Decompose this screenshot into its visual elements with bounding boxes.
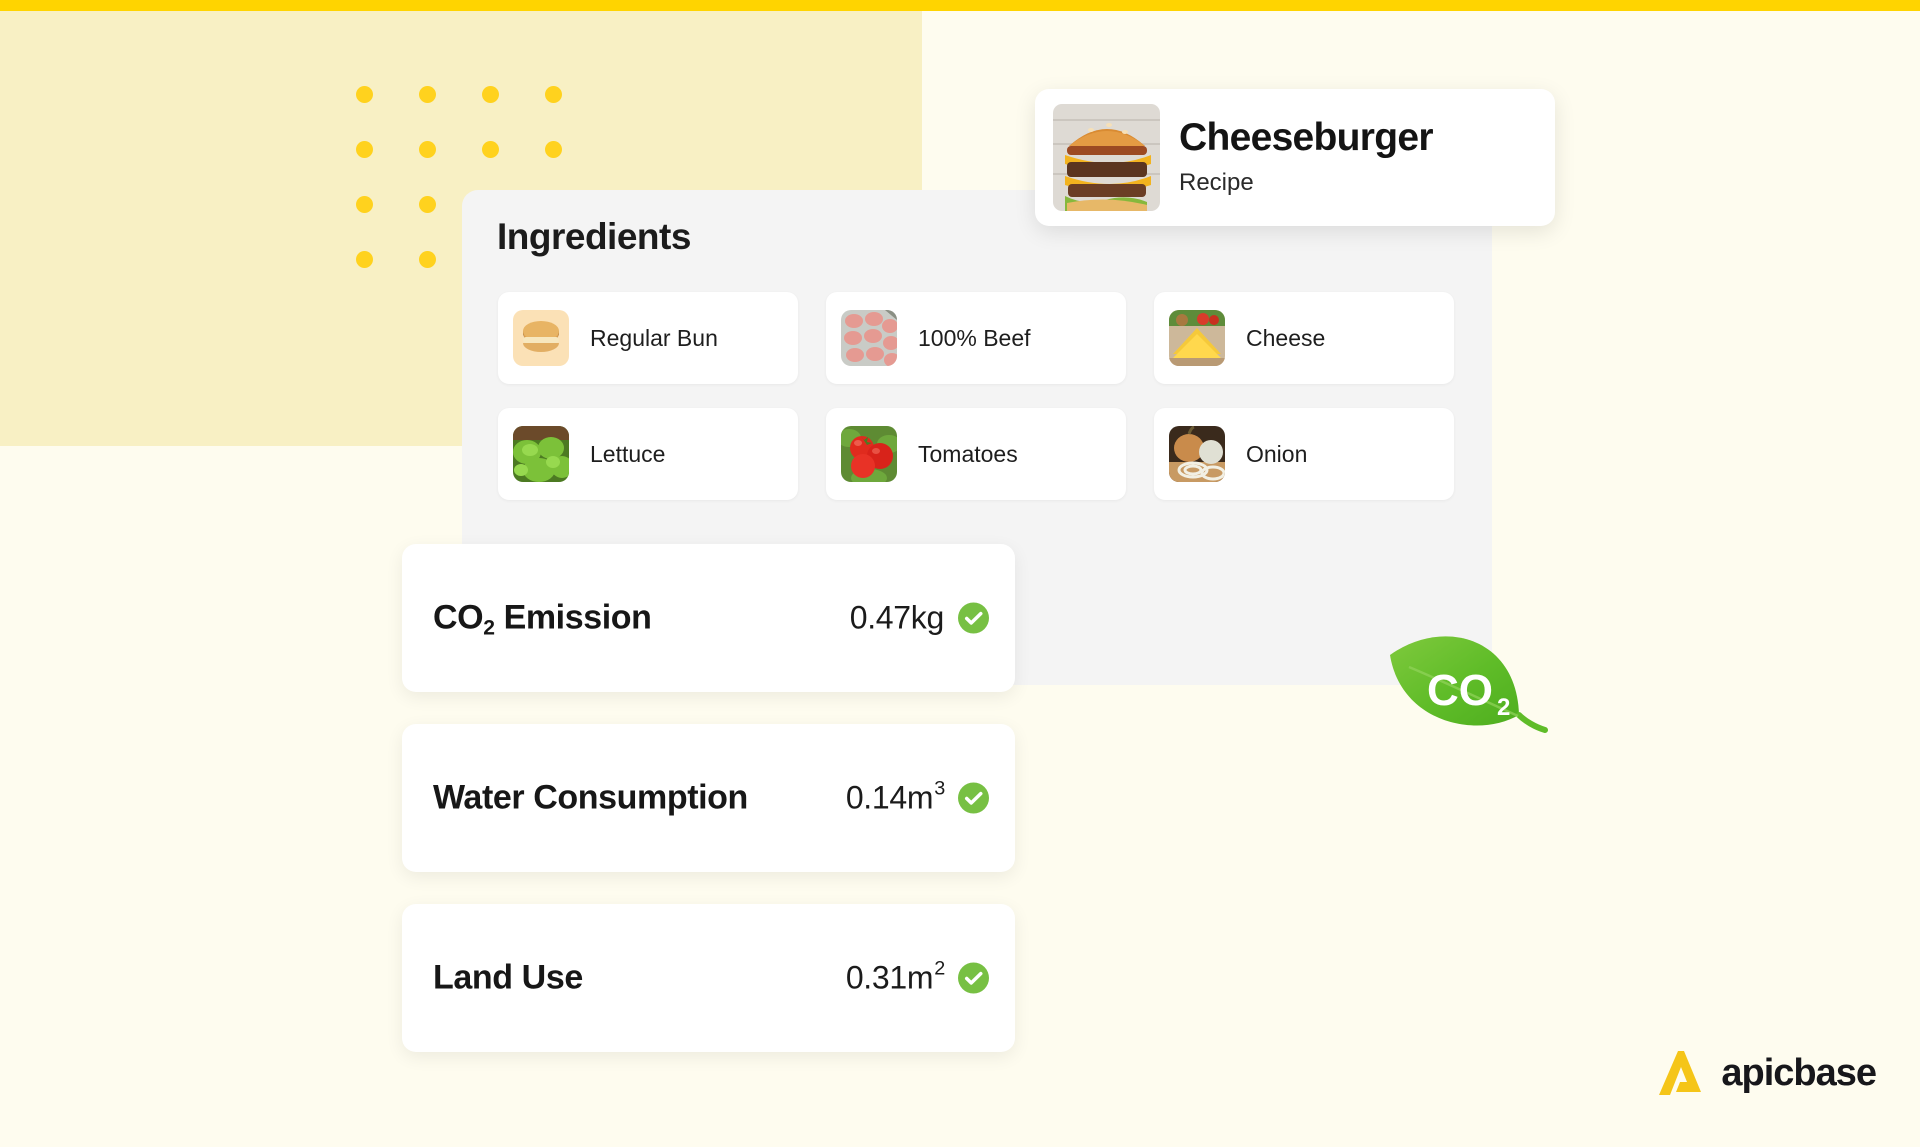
check-circle-icon — [958, 782, 989, 814]
decorative-dot — [419, 141, 436, 158]
ingredient-label: 100% Beef — [918, 324, 1031, 351]
decorative-dot — [482, 141, 499, 158]
metric-label: Land Use — [433, 959, 583, 998]
brand-logo: apicbase — [1654, 1047, 1877, 1099]
metric-label-main: CO — [433, 598, 484, 637]
metric-value-number: 0.14m — [845, 779, 934, 816]
ingredients-title: Ingredients — [497, 216, 691, 257]
metric-value-exponent: 3 — [934, 777, 945, 800]
metric-value: 0.31m2 — [845, 957, 945, 997]
svg-text:2: 2 — [1497, 694, 1510, 721]
metric-value-exponent: 2 — [934, 957, 945, 980]
decorative-dot — [356, 196, 373, 213]
recipe-subtitle: Recipe — [1179, 168, 1254, 196]
check-circle-icon — [958, 602, 989, 634]
decorative-dot — [356, 251, 373, 268]
ingredient-label: Tomatoes — [918, 440, 1018, 467]
metric-label-main: Land Use — [433, 958, 583, 997]
decorative-dot — [545, 86, 562, 103]
ingredient-card[interactable]: 100% Beef — [826, 292, 1126, 384]
cheeseburger-photo-icon — [1053, 104, 1160, 211]
recipe-card[interactable]: Cheeseburger Recipe — [1035, 89, 1555, 226]
co2-leaf-icon: CO 2 — [1385, 631, 1550, 751]
beef-patties-photo-icon — [841, 310, 897, 366]
ingredient-label: Onion — [1246, 440, 1308, 467]
metric-value-block: 0.47kg — [850, 600, 989, 637]
metric-value: 0.14m3 — [845, 777, 945, 817]
metric-value-number: 0.47kg — [849, 599, 945, 636]
recipe-text-block: Cheeseburger Recipe — [1179, 116, 1434, 197]
metric-label-rest: Emission — [494, 598, 652, 637]
metric-value-number: 0.31m — [845, 959, 934, 996]
tomatoes-photo-icon — [841, 426, 897, 482]
metric-label-subscript: 2 — [483, 616, 495, 640]
ingredients-grid: Regular Bun 100% Beef Cheese Lettuce Tom — [498, 292, 1458, 500]
metric-value-block: 0.14m3 — [845, 777, 989, 817]
top-accent-bar — [0, 0, 1920, 11]
ingredient-card[interactable]: Tomatoes — [826, 408, 1126, 500]
ingredient-label: Lettuce — [590, 440, 666, 467]
recipe-title: Cheeseburger — [1179, 116, 1434, 160]
metric-label-main: Water Consumption — [433, 778, 748, 817]
ingredient-label: Regular Bun — [590, 324, 718, 351]
apicbase-a-logo-icon — [1654, 1047, 1706, 1099]
metric-card-land-use[interactable]: Land Use 0.31m2 — [402, 904, 1015, 1052]
decorative-dot — [419, 86, 436, 103]
lettuce-photo-icon — [513, 426, 569, 482]
metric-label: CO2 Emission — [433, 598, 652, 640]
metric-card-water-consumption[interactable]: Water Consumption 0.14m3 — [402, 724, 1015, 872]
ingredient-label: Cheese — [1246, 324, 1326, 351]
metric-card-co2-emission[interactable]: CO2 Emission 0.47kg — [402, 544, 1015, 692]
ingredient-card[interactable]: Cheese — [1154, 292, 1454, 384]
onion-photo-icon — [1169, 426, 1225, 482]
metric-label: Water Consumption — [433, 779, 748, 818]
brand-name: apicbase — [1721, 1051, 1877, 1094]
decorative-dot — [419, 196, 436, 213]
decorative-dot — [419, 251, 436, 268]
ingredient-card[interactable]: Lettuce — [498, 408, 798, 500]
decorative-dot — [482, 86, 499, 103]
ingredient-card[interactable]: Regular Bun — [498, 292, 798, 384]
metric-value-block: 0.31m2 — [845, 957, 989, 997]
check-circle-icon — [958, 962, 989, 994]
decorative-dot — [356, 86, 373, 103]
decorative-dot — [356, 141, 373, 158]
metric-value: 0.47kg — [849, 599, 945, 637]
cheese-slices-photo-icon — [1169, 310, 1225, 366]
decorative-dot — [545, 141, 562, 158]
ingredient-card[interactable]: Onion — [1154, 408, 1454, 500]
svg-text:CO: CO — [1427, 666, 1493, 715]
bun-photo-icon — [513, 310, 569, 366]
